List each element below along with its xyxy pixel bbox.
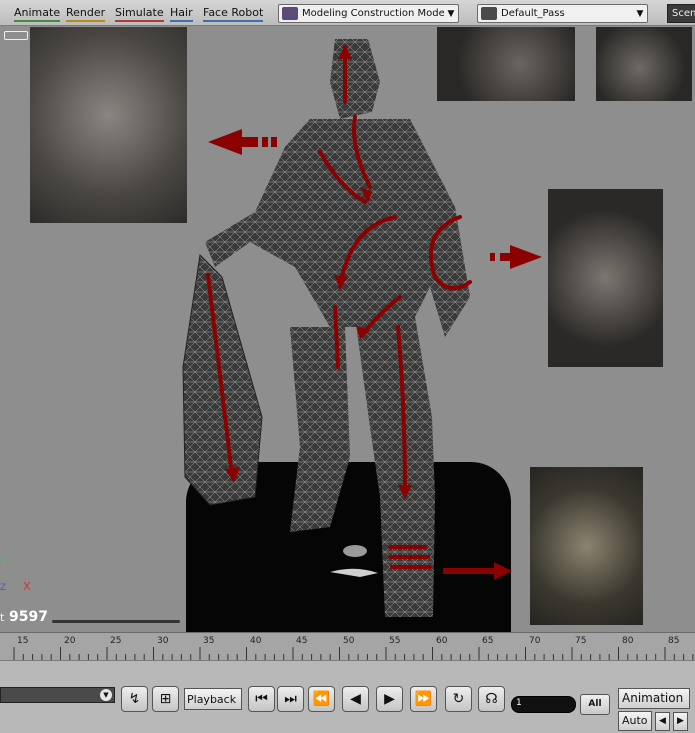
last-frame-button[interactable]: ⏭	[277, 686, 304, 712]
menu-hair[interactable]: Hair	[170, 6, 193, 22]
toolbox-icon: ⊞	[159, 691, 172, 707]
path-tool-button[interactable]: ↯	[121, 686, 148, 712]
tick-label: 25	[110, 636, 122, 646]
menu-render[interactable]: Render	[66, 6, 106, 22]
step-start-icon: ⏮	[255, 691, 268, 707]
auto-key-button[interactable]: Auto	[618, 711, 652, 731]
previous-key-button[interactable]: ⏪	[308, 686, 335, 712]
timeline-ticks	[13, 647, 694, 661]
timeline-ruler[interactable]: 15 20 25 30 35 40 45 50 55 60 65 70 75 8…	[0, 632, 695, 661]
step-end-icon: ⏭	[284, 691, 297, 707]
current-frame-input[interactable]: 1	[511, 696, 576, 713]
tick-label: 50	[343, 636, 355, 646]
chevron-down-icon: ▼	[447, 8, 455, 19]
previous-key-icon: ⏪	[312, 691, 331, 707]
construction-mode-value: Modeling Construction Mode	[302, 8, 444, 19]
play-backward-icon: ◀	[350, 691, 361, 707]
playback-toolbar: ▼ ↯ ⊞ Playback ⏮ ⏭ ⏪ ◀ ▶ ⏩ ↻ ☊ 1 All Ani…	[0, 660, 695, 733]
scene-button[interactable]: Scen	[667, 4, 695, 23]
tick-label: 85	[668, 636, 680, 646]
tick-label: 60	[436, 636, 448, 646]
axis-x-label: X	[23, 580, 31, 593]
pass-icon	[481, 7, 497, 20]
previous-frame-button[interactable]: ◀	[342, 686, 369, 712]
play-forward-icon: ▶	[384, 691, 395, 707]
tick-label: 40	[250, 636, 262, 646]
tick-label: 45	[296, 636, 308, 646]
tick-label: 30	[157, 636, 169, 646]
tick-label: 70	[529, 636, 541, 646]
menu-animate[interactable]: Animate	[14, 6, 61, 22]
tick-label: 15	[17, 636, 29, 646]
all-button[interactable]: All	[580, 694, 610, 715]
axis-z-label: Z	[0, 583, 7, 593]
render-pass-dropdown[interactable]: Default_Pass ▼	[477, 4, 648, 23]
loop-button[interactable]: ↻	[445, 686, 472, 712]
chevron-down-icon: ▼	[100, 689, 112, 701]
menu-simulate[interactable]: Simulate	[115, 6, 164, 22]
tick-label: 35	[203, 636, 215, 646]
poly-count-bar	[52, 620, 180, 623]
next-key-button[interactable]: ⏩	[410, 686, 437, 712]
next-key-icon: ⏩	[414, 691, 433, 707]
menu-face-robot[interactable]: Face Robot	[203, 6, 264, 22]
tick-label: 80	[622, 636, 634, 646]
playback-menu-button[interactable]: Playback	[184, 688, 242, 710]
layer-dropdown[interactable]: ▼	[0, 687, 115, 703]
first-frame-button[interactable]: ⏮	[248, 686, 275, 712]
tick-label: 20	[64, 636, 76, 646]
menu-bar: Animate Render Simulate Hair Face Robot …	[0, 0, 695, 26]
previous-arrow-button[interactable]: ◀	[655, 712, 670, 731]
add-key-button[interactable]: ⊞	[152, 686, 179, 712]
path-icon: ↯	[128, 691, 141, 707]
mode-icon	[282, 7, 298, 20]
render-pass-value: Default_Pass	[501, 8, 565, 19]
next-arrow-button[interactable]: ▶	[673, 712, 688, 731]
animation-menu-button[interactable]: Animation	[618, 688, 690, 709]
tick-label: 55	[389, 636, 401, 646]
audio-button[interactable]: ☊	[478, 686, 505, 712]
poly-count-value: 9597	[9, 609, 48, 625]
construction-mode-dropdown[interactable]: Modeling Construction Mode ▼	[278, 4, 459, 23]
play-forward-button[interactable]: ▶	[376, 686, 403, 712]
headphones-icon: ☊	[485, 691, 498, 707]
chevron-down-icon: ▼	[636, 8, 644, 19]
chevron-left-icon: ◀	[659, 716, 666, 726]
poly-count-prefix: t	[0, 611, 5, 624]
3d-viewport[interactable]: Y Z X t 9597	[0, 27, 695, 632]
axis-y-label: Y	[1, 557, 7, 567]
tick-label: 75	[575, 636, 587, 646]
character-mesh-figure	[182, 39, 542, 617]
chevron-right-icon: ▶	[677, 716, 684, 726]
loop-icon: ↻	[452, 691, 465, 707]
tick-label: 65	[482, 636, 494, 646]
